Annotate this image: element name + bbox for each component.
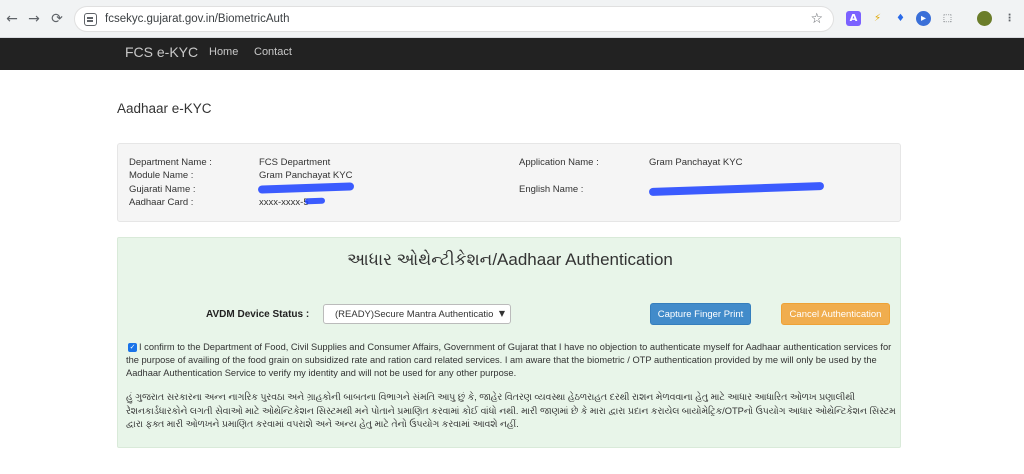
nav-contact-link[interactable]: Contact: [254, 46, 292, 58]
auth-title: આધાર ઓથેન્ટીકેશન/Aadhaar Authentication: [347, 250, 673, 269]
department-value: FCS Department: [259, 157, 331, 168]
reload-icon[interactable]: ⟳: [47, 9, 67, 29]
extensions-puzzle-icon[interactable]: ⬚: [940, 11, 955, 26]
forward-icon[interactable]: →: [24, 9, 44, 29]
application-info-panel: Department Name : FCS Department Module …: [117, 143, 901, 222]
site-info-icon[interactable]: [84, 13, 97, 26]
back-icon[interactable]: ←: [2, 9, 22, 29]
extension-a-icon[interactable]: A: [846, 11, 861, 26]
module-label: Module Name :: [129, 170, 194, 181]
page-title: Aadhaar e-KYC: [117, 101, 212, 116]
cancel-authentication-button[interactable]: Cancel Authentication: [781, 303, 890, 325]
aadhaar-label: Aadhaar Card :: [129, 197, 194, 208]
browser-toolbar: ← → ⟳ fcsekyc.gujarat.gov.in/BiometricAu…: [0, 0, 1024, 38]
gujarati-name-label: Gujarati Name :: [129, 184, 196, 195]
chevron-down-icon: ▼: [498, 309, 505, 318]
brand-link[interactable]: FCS e-KYC: [125, 44, 198, 60]
profile-avatar[interactable]: [977, 11, 992, 26]
aadhaar-value: xxxx-xxxx-5: [259, 197, 309, 208]
device-status-select[interactable]: (READY)Secure Mantra Authenticatio ▼: [323, 304, 511, 324]
menu-kebab-icon[interactable]: ⋮: [1002, 11, 1017, 26]
url-text[interactable]: fcsekyc.gujarat.gov.in/BiometricAuth: [105, 13, 290, 25]
device-status-label: AVDM Device Status :: [206, 309, 310, 320]
redacted-gujarati-name: [257, 182, 355, 194]
nav-home-link[interactable]: Home: [209, 46, 238, 58]
english-name-label: English Name :: [519, 184, 584, 195]
redacted-aadhaar-digits: [304, 197, 326, 205]
extension-bolt-icon[interactable]: ⚡: [870, 11, 885, 26]
device-status-value: (READY)Secure Mantra Authenticatio: [335, 309, 494, 320]
module-value: Gram Panchayat KYC: [259, 170, 353, 181]
application-name-value: Gram Panchayat KYC: [649, 157, 743, 168]
extension-circle-icon[interactable]: ▸: [916, 11, 931, 26]
capture-finger-print-button[interactable]: Capture Finger Print: [650, 303, 751, 325]
application-name-label: Application Name :: [519, 157, 599, 168]
gujarati-consent-text: હું ગુજરાત સરકારના અન્ન નાગરિક પુરવઠા અન…: [126, 392, 896, 429]
bookmark-star-icon[interactable]: ☆: [810, 11, 823, 27]
address-bar[interactable]: fcsekyc.gujarat.gov.in/BiometricAuth ☆: [74, 6, 834, 32]
consent-checkbox[interactable]: ✓: [128, 343, 137, 352]
consent-text: I confirm to the Department of Food, Civ…: [126, 342, 892, 378]
authentication-panel: આધાર ઓથેન્ટીકેશન/Aadhaar Authentication …: [117, 237, 901, 448]
department-label: Department Name :: [129, 157, 212, 168]
extension-drop-icon[interactable]: ♦: [893, 11, 908, 26]
site-navbar: FCS e-KYC Home Contact: [0, 38, 1024, 70]
redacted-english-name: [648, 181, 825, 197]
